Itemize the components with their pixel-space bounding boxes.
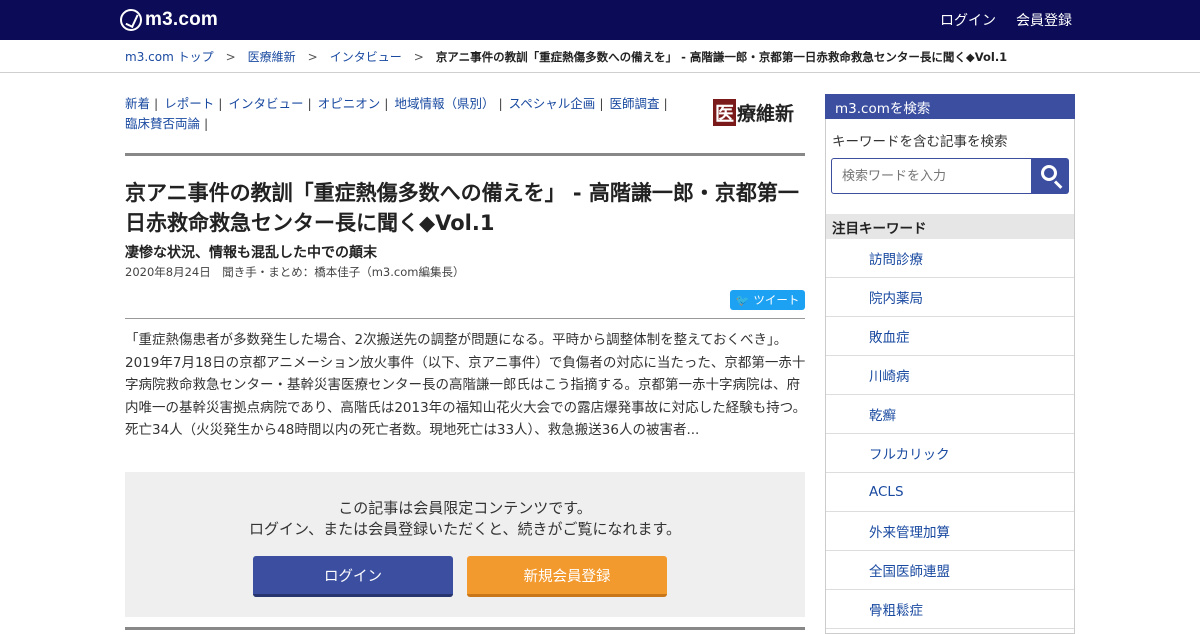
list-item: 全国医師連盟 (826, 551, 1074, 590)
nav-opinion[interactable]: オピニオン (318, 96, 381, 111)
keyword-link[interactable]: 外来管理加算 (869, 521, 950, 541)
article-title: 京アニ事件の教訓「重症熱傷多数への備えを」 - 高階謙一郎・京都第一日赤救命救急… (125, 181, 799, 235)
logo-box-char: 医 (713, 98, 737, 126)
logo-text: m3.com (145, 9, 219, 30)
logo-rest: 療維新 (737, 102, 795, 125)
list-item: 敗血症 (826, 317, 1074, 356)
login-button[interactable]: ログイン (253, 556, 453, 597)
check-circle-icon (120, 9, 142, 31)
list-item: 院内薬局 (826, 278, 1074, 317)
breadcrumb-separator: > (413, 49, 424, 64)
tweet-label: ツイート (753, 293, 800, 307)
keyword-link[interactable]: 院内薬局 (869, 287, 923, 307)
list-item: ACLS (826, 473, 1074, 512)
search-button[interactable] (1031, 158, 1069, 194)
article-excerpt: 「重症熱傷患者が多数発生した場合、2次搬送先の調整が問題になる。平時から調整体制… (125, 332, 807, 438)
article-meta: 2020年8月24日 聞き手・まとめ：橋本佳子（m3.com編集長） (125, 265, 465, 279)
nav-report[interactable]: レポート (164, 96, 214, 111)
tweet-button[interactable]: 🐦 ツイート (730, 290, 805, 310)
breadcrumb-top[interactable]: m3.com トップ (125, 48, 214, 65)
keyword-link[interactable]: 全国医師連盟 (869, 560, 950, 580)
sidebar-search-title: m3.comを検索 (825, 94, 1075, 119)
keyword-link[interactable]: 乾癬 (869, 404, 896, 424)
header-login-link[interactable]: ログイン (940, 10, 996, 30)
breadcrumb-interview[interactable]: インタビュー (330, 48, 402, 65)
breadcrumb-bar: m3.com トップ > 医療維新 > インタビュー > 京アニ事件の教訓「重症… (0, 40, 1200, 73)
members-only-box: この記事は会員限定コンテンツです。 ログイン、または会員登録いただくと、続きがご… (125, 472, 805, 617)
breadcrumb: m3.com トップ > 医療維新 > インタビュー > 京アニ事件の教訓「重症… (125, 40, 1007, 73)
keyword-link[interactable]: 骨粗鬆症 (869, 599, 923, 619)
nav-special[interactable]: スペシャル企画 (509, 96, 596, 111)
breadcrumb-separator: > (307, 49, 318, 64)
article-subtitle: 凄惨な状況、情報も混乱した中での顛末 (125, 245, 377, 261)
nav-clinical[interactable]: 臨床賛否両論 (125, 116, 200, 131)
members-message-line2: ログイン、または会員登録いただくと、続きがご覧になれます。 (248, 520, 681, 538)
divider (125, 318, 805, 319)
list-item: 骨粗鬆症 (826, 590, 1074, 629)
breadcrumb-iryo-ishin[interactable]: 医療維新 (248, 48, 296, 65)
keyword-link[interactable]: フルカリック (869, 443, 950, 463)
list-item: 外来管理加算 (826, 512, 1074, 551)
m3-logo[interactable]: m3.com (120, 7, 218, 33)
members-message: この記事は会員限定コンテンツです。 ログイン、または会員登録いただくと、続きがご… (125, 498, 805, 540)
keyword-link[interactable]: 川崎病 (869, 365, 910, 385)
keywords-list: 訪問診療 院内薬局 敗血症 川崎病 乾癬 フルカリック ACLS 外来管理加算 … (826, 239, 1074, 629)
list-item: 訪問診療 (826, 239, 1074, 278)
keyword-link[interactable]: 敗血症 (869, 326, 910, 346)
nav-survey[interactable]: 医師調査 (610, 96, 660, 111)
list-item: 川崎病 (826, 356, 1074, 395)
list-item: 乾癬 (826, 395, 1074, 434)
list-item: フルカリック (826, 434, 1074, 473)
breadcrumb-separator: > (225, 49, 236, 64)
section-nav: 新着 | レポート | インタビュー | オピニオン | 地域情報（県別） | スペシャル企画 | 医師… (125, 96, 668, 131)
nav-regional[interactable]: 地域情報（県別） (394, 96, 494, 111)
breadcrumb-current: 京アニ事件の教訓「重症熱傷多数への備えを」 - 高階謙一郎・京都第一日赤救命救急… (435, 49, 1008, 64)
sidebar-search-label: キーワードを含む記事を検索 (832, 134, 1008, 150)
register-button[interactable]: 新規会員登録 (467, 556, 667, 597)
keyword-link[interactable]: ACLS (869, 484, 904, 500)
iryo-ishin-logo[interactable]: 医療維新 (713, 98, 795, 126)
members-message-line1: この記事は会員限定コンテンツです。 (338, 499, 592, 517)
search-input[interactable] (831, 158, 1032, 194)
search-icon (1041, 165, 1057, 181)
header-links: ログイン 会員登録 (940, 0, 1072, 40)
divider (125, 153, 805, 156)
header-register-link[interactable]: 会員登録 (1016, 10, 1072, 30)
twitter-bird-icon: 🐦 (735, 293, 750, 307)
nav-shinchaku[interactable]: 新着 (125, 96, 150, 111)
keyword-link[interactable]: 訪問診療 (869, 248, 923, 268)
nav-interview[interactable]: インタビュー (228, 96, 303, 111)
keywords-title: 注目キーワード (826, 214, 1074, 239)
top-bar: m3.com ログイン 会員登録 (0, 0, 1200, 40)
